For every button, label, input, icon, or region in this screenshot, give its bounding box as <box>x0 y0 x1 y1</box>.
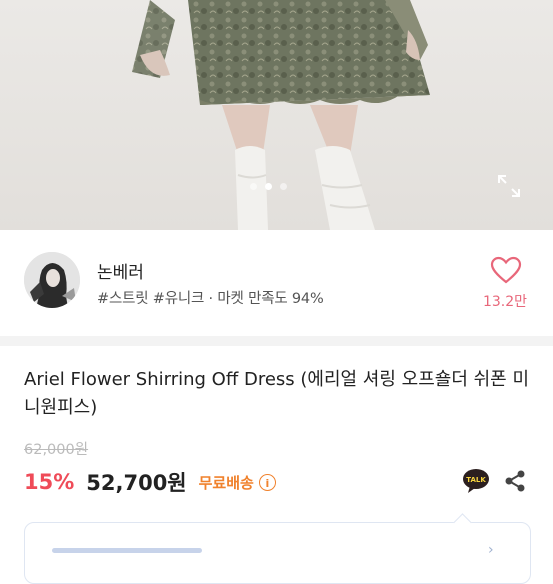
coupon-card-text <box>52 544 202 562</box>
discount-rate: 15% <box>24 470 75 494</box>
seller-name[interactable]: 논베러 <box>97 258 144 283</box>
carousel-dot[interactable] <box>280 183 287 190</box>
expand-icon[interactable] <box>496 173 522 199</box>
heart-icon[interactable] <box>490 256 522 284</box>
info-icon[interactable]: i <box>258 473 276 491</box>
talk-label: TALK <box>466 476 486 484</box>
price-row: 15% 52,700원 무료배송 i <box>24 467 276 497</box>
product-photo <box>0 0 553 230</box>
sale-price: 52,700원 <box>86 471 187 495</box>
like-count: 13.2만 <box>482 294 528 310</box>
share-icon[interactable] <box>504 469 526 493</box>
original-price: 62,000원 <box>24 442 89 458</box>
carousel-dot[interactable] <box>250 183 257 190</box>
carousel-dot-active[interactable] <box>265 183 272 190</box>
seller-avatar[interactable] <box>24 252 80 308</box>
seller-section <box>0 230 553 335</box>
shipping-badge: 무료배송 <box>198 473 254 492</box>
section-divider <box>0 336 553 346</box>
chevron-right-icon: › <box>488 542 494 558</box>
kakao-talk-icon[interactable]: TALK <box>462 468 490 494</box>
seller-tags: #스트릿 #유니크 · 마켓 만족도 94% <box>97 291 324 307</box>
carousel-indicator <box>250 183 287 190</box>
product-image-carousel[interactable] <box>0 0 553 230</box>
product-title: Ariel Flower Shirring Off Dress (에리얼 셔링 … <box>24 369 530 418</box>
